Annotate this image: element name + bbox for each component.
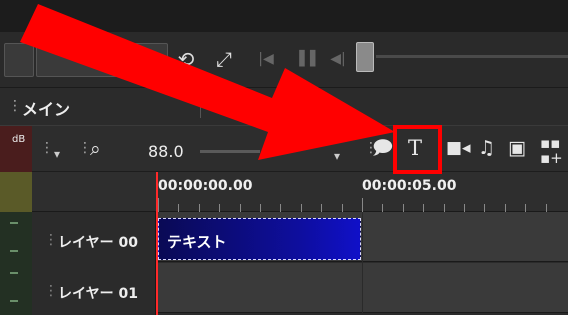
- add-shape-icon[interactable]: ▪▪ ▪+: [540, 136, 563, 166]
- ruler-tick: [178, 204, 180, 212]
- strip-mark: [10, 272, 18, 274]
- timecode-label: 00:00:00.00: [158, 178, 253, 194]
- ruler-tick: [198, 204, 200, 212]
- ruler-tick: [260, 204, 261, 212]
- grip-icon[interactable]: ⋮: [40, 140, 54, 156]
- playhead[interactable]: [156, 172, 158, 315]
- audio-meter: [0, 126, 32, 172]
- strip-mark: [10, 250, 18, 252]
- previous-frame-icon[interactable]: ◀|: [324, 45, 352, 73]
- loop-icon[interactable]: ⟲: [172, 45, 200, 73]
- skip-to-start-icon[interactable]: |◀: [252, 45, 280, 73]
- panel-tab-bar: ⋮ メイン: [0, 88, 568, 126]
- grip-icon[interactable]: ⋮: [44, 283, 58, 299]
- ruler-tick: [239, 204, 241, 212]
- ruler-tick: [545, 204, 547, 212]
- ruler-tick: [443, 204, 445, 212]
- ruler-tick: [504, 204, 506, 212]
- playback-toolbar: ⟲ ⤢ |◀ ▌▌ ◀|: [0, 32, 568, 88]
- video-camera-icon[interactable]: ■◂: [446, 140, 471, 157]
- search-zoom-icon[interactable]: ⌕: [90, 140, 101, 159]
- ruler-tick: [484, 204, 486, 212]
- timecode-label: 00:00:05.00: [362, 178, 457, 194]
- layer-name[interactable]: レイヤー 00: [58, 232, 138, 252]
- tab-main[interactable]: メイン: [22, 96, 70, 120]
- music-note-icon[interactable]: ♫: [478, 139, 495, 158]
- ruler-tick: [300, 204, 302, 212]
- zoom-slider[interactable]: [200, 150, 260, 153]
- ruler-tick: [402, 204, 404, 212]
- strip-mark: [10, 222, 18, 224]
- comment-icon[interactable]: 🗩: [372, 139, 393, 158]
- ruler-tick: [464, 204, 465, 212]
- db-label: dB: [12, 134, 26, 145]
- strip-mark: [10, 300, 18, 302]
- highlight-box: [393, 125, 442, 174]
- title-bar: [0, 0, 568, 32]
- ruler-tick: [525, 204, 527, 212]
- zoom-value: 88.0: [148, 142, 184, 161]
- toolbar-button[interactable]: [36, 43, 168, 77]
- grip-icon[interactable]: ⋮: [8, 98, 22, 114]
- tab-divider: [200, 96, 201, 118]
- ruler-tick: [219, 204, 221, 212]
- step-back-icon[interactable]: ▌▌: [296, 45, 324, 73]
- grip-icon[interactable]: ⋮: [44, 232, 58, 248]
- image-icon[interactable]: ▣: [508, 139, 526, 158]
- split-icon[interactable]: ⤢: [210, 45, 238, 73]
- ruler-tick: [341, 204, 343, 212]
- dropdown-icon[interactable]: ▾: [334, 150, 340, 162]
- text-clip[interactable]: テキスト: [158, 218, 361, 260]
- ruler-tick: [158, 198, 159, 212]
- toolbar-button[interactable]: [4, 43, 34, 77]
- layer-name[interactable]: レイヤー 01: [58, 283, 138, 303]
- ruler-gutter: [0, 172, 32, 212]
- ruler-tick: [382, 204, 384, 212]
- track-gridline: [362, 212, 363, 315]
- clip-label: テキスト: [167, 233, 227, 251]
- ruler-tick: [423, 204, 425, 212]
- seek-slider-track[interactable]: [376, 55, 568, 58]
- dropdown-icon[interactable]: ▾: [54, 148, 60, 160]
- seek-slider-thumb[interactable]: [356, 42, 374, 72]
- ruler-tick: [321, 204, 323, 212]
- ruler-tick: [280, 204, 282, 212]
- ruler-tick: [362, 198, 363, 212]
